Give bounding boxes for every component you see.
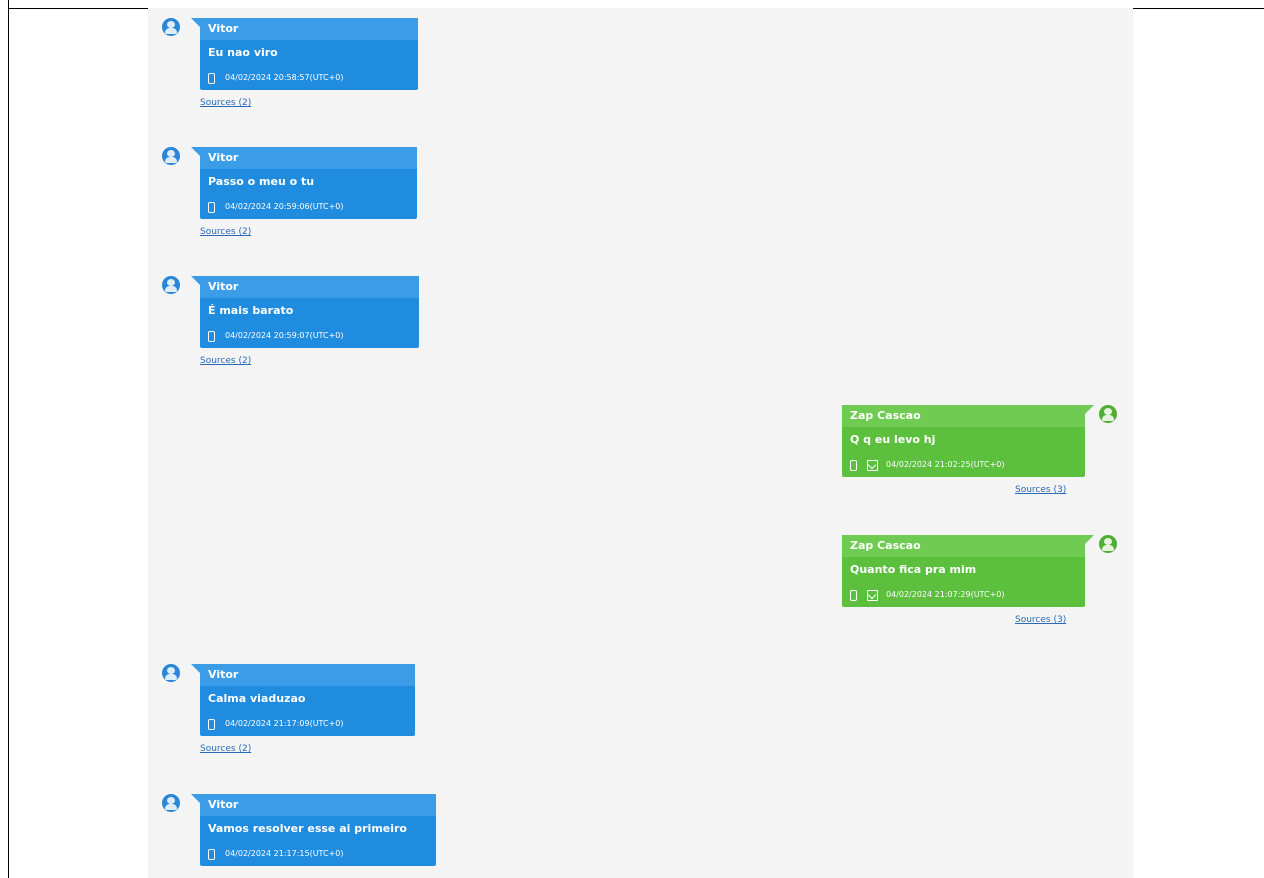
user-avatar-icon [162,18,180,36]
sources-link[interactable]: Sources (2) [200,227,251,237]
message-bubble[interactable]: Vitor Calma viaduzao 04/02/2024 21:17:09(U… [200,664,415,736]
message-timestamp: 04/02/2024 20:59:07(UTC+0) [225,331,344,340]
message-timestamp: 04/02/2024 21:17:09(UTC+0) [225,719,344,728]
message-meta: 04/02/2024 20:59:07(UTC+0) [200,324,419,348]
message-timestamp: 04/02/2024 21:07:29(UTC+0) [886,590,1005,599]
sources-link[interactable]: Sources (2) [200,98,251,108]
phone-icon [208,718,215,730]
user-avatar-icon [1099,405,1117,423]
sender-name: Vitor [200,18,418,40]
bubble-tail [191,276,200,285]
phone-icon [850,589,857,601]
message-bubble[interactable]: Vitor Eu nao viro 04/02/2024 20:58:57(UTC+… [200,18,418,90]
message-meta: 04/02/2024 21:07:29(UTC+0) [842,583,1085,607]
user-avatar-icon [162,794,180,812]
mail-icon [867,459,878,471]
user-avatar-icon [162,664,180,682]
mail-icon [867,589,878,601]
phone-icon [208,330,215,342]
message-bubble[interactable]: Vitor Vamos resolver esse ai primeiro 04/0… [200,794,436,866]
message-text: Q q eu levo hj [850,433,936,446]
sources-link[interactable]: Sources (3) [1015,615,1066,625]
chat-area[interactable]: Vitor Eu nao viro 04/02/2024 20:58:57(UTC+… [148,8,1133,878]
bubble-tail [191,147,200,156]
user-avatar-icon [1099,535,1117,553]
sender-name: Vitor [200,794,436,816]
bubble-tail [1085,535,1094,544]
message-timestamp: 04/02/2024 20:58:57(UTC+0) [225,73,344,82]
message-text: Vamos resolver esse ai primeiro [208,822,407,835]
bubble-tail [191,18,200,27]
sources-link[interactable]: Sources (3) [1015,485,1066,495]
sender-name: Vitor [200,276,419,298]
sender-name: Vitor [200,664,415,686]
message-text: É mais barato [208,304,294,317]
message-meta: 04/02/2024 21:17:15(UTC+0) [200,842,436,866]
bubble-tail [191,794,200,803]
message-text: Passo o meu o tu [208,175,315,188]
phone-icon [208,72,215,84]
message-meta: 04/02/2024 21:02:25(UTC+0) [842,453,1085,477]
message-timestamp: 04/02/2024 21:02:25(UTC+0) [886,460,1005,469]
bubble-tail [1085,405,1094,414]
message-meta: 04/02/2024 20:59:06(UTC+0) [200,195,417,219]
phone-icon [208,201,215,213]
sender-name: Zap Cascao [842,535,1085,557]
phone-icon [850,459,857,471]
message-bubble[interactable]: Zap Cascao Q q eu levo hj 04/02/2024 21:02… [842,405,1085,477]
message-timestamp: 04/02/2024 21:17:15(UTC+0) [225,849,344,858]
frame-border-top-right [1133,8,1264,9]
message-bubble[interactable]: Vitor É mais barato 04/02/2024 20:59:07(UT… [200,276,419,348]
message-timestamp: 04/02/2024 20:59:06(UTC+0) [225,202,344,211]
message-bubble[interactable]: Zap Cascao Quanto fica pra mim 04/02/2024 … [842,535,1085,607]
sender-name: Vitor [200,147,417,169]
sender-name: Zap Cascao [842,405,1085,427]
message-meta: 04/02/2024 21:17:09(UTC+0) [200,712,415,736]
message-text: Quanto fica pra mim [850,563,977,576]
frame-border-left [8,0,9,878]
sources-link[interactable]: Sources (2) [200,356,251,366]
message-meta: 04/02/2024 20:58:57(UTC+0) [200,66,418,90]
message-text: Eu nao viro [208,46,278,59]
frame-border-top-left [8,8,148,9]
message-text: Calma viaduzao [208,692,306,705]
bubble-tail [191,664,200,673]
sources-link[interactable]: Sources (2) [200,744,251,754]
message-bubble[interactable]: Vitor Passo o meu o tu 04/02/2024 20:59:06… [200,147,417,219]
phone-icon [208,848,215,860]
user-avatar-icon [162,147,180,165]
user-avatar-icon [162,276,180,294]
